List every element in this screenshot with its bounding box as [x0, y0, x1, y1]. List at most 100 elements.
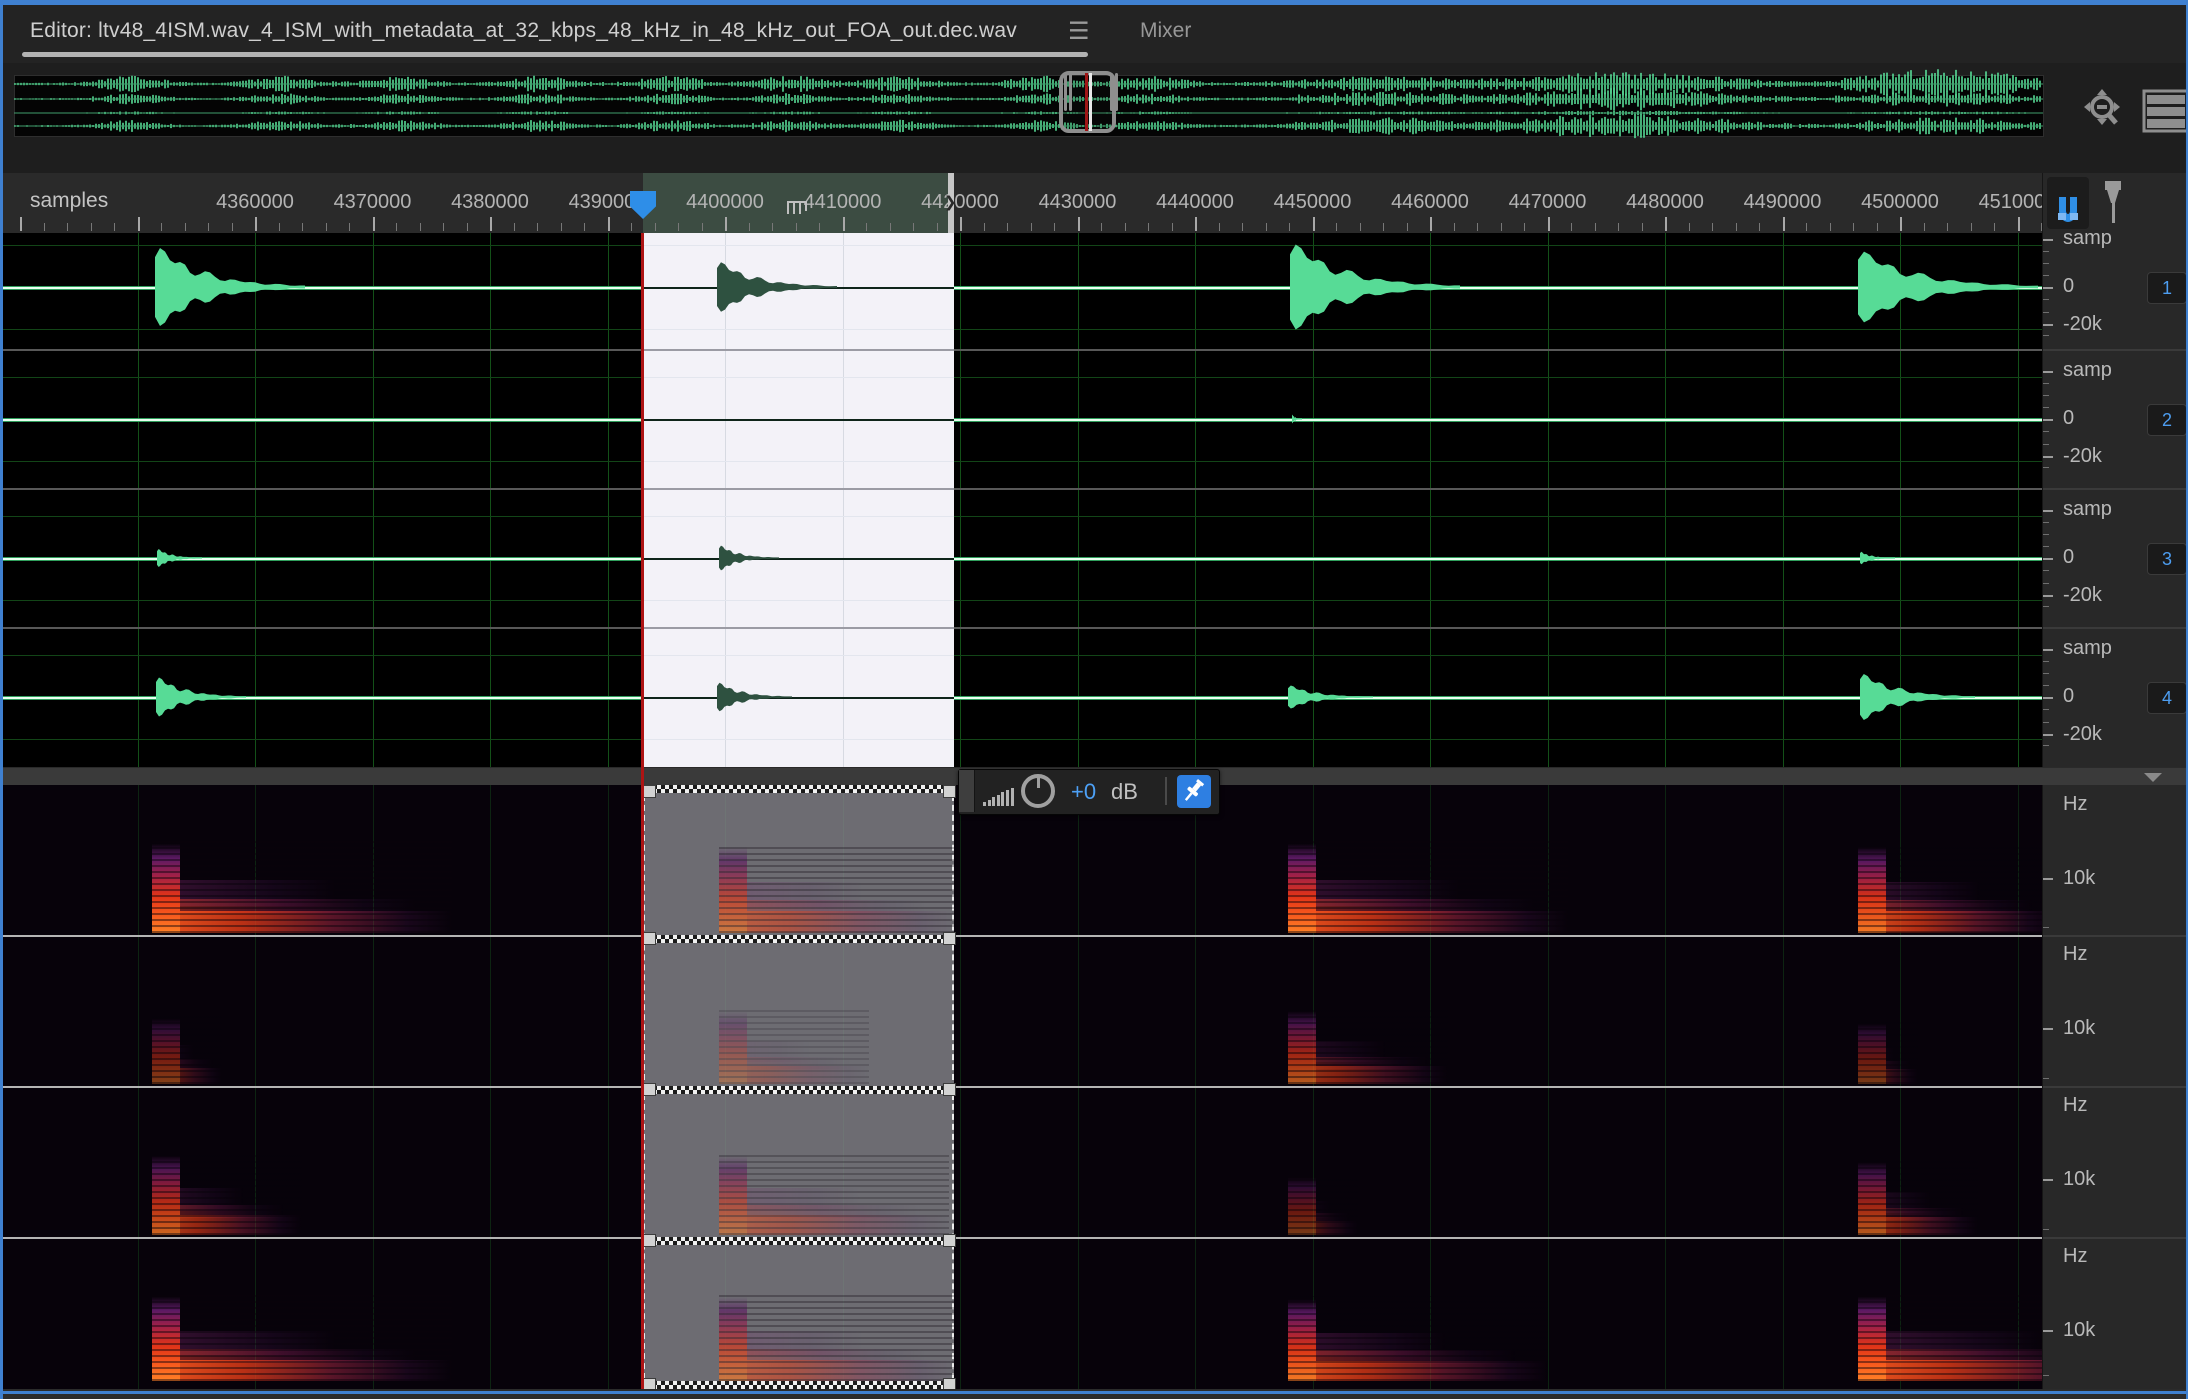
- scale-tick: [2043, 299, 2049, 300]
- ruler-tick: [819, 223, 820, 231]
- stacked-rows-icon[interactable]: [2142, 89, 2188, 133]
- ruler-tick: [514, 223, 515, 231]
- scale-tick: [2043, 456, 2053, 458]
- panel-divider: [2043, 1237, 2188, 1239]
- scale-label-top: samp: [2063, 227, 2112, 250]
- scale-tick: [2043, 395, 2049, 396]
- scale-label-10k: 10k: [2063, 1319, 2095, 1342]
- channel-badge[interactable]: 4: [2147, 682, 2187, 714]
- spectrogram-burst: [152, 1152, 302, 1235]
- level-bar: [1001, 792, 1004, 806]
- scale-label-10k: 10k: [2063, 867, 2095, 890]
- ruler-tick: [937, 223, 938, 231]
- scale-tick: [2043, 1229, 2049, 1230]
- overview-playhead[interactable]: [1085, 73, 1088, 131]
- selection-handle[interactable]: [643, 785, 656, 798]
- channel-badge[interactable]: 1: [2147, 272, 2187, 304]
- viewport-grip-right[interactable]: [1115, 73, 1118, 111]
- gain-hud[interactable]: +0 dB: [958, 769, 1220, 815]
- selection-ants-strip: [645, 1381, 952, 1389]
- selection-handle[interactable]: [943, 1234, 956, 1247]
- ruler-tick: [984, 223, 985, 231]
- ruler-tick: [1031, 223, 1032, 231]
- scale-tick: [2043, 522, 2049, 523]
- channel-badge[interactable]: 2: [2147, 404, 2187, 436]
- overview-waveform-strip[interactable]: [14, 75, 2044, 137]
- ruler-tick: [749, 223, 750, 231]
- ruler-tick: [702, 223, 703, 231]
- ruler-tick: [1407, 223, 1408, 231]
- selection-handle[interactable]: [943, 785, 956, 798]
- spectral-selection-marquee[interactable]: [643, 785, 954, 1389]
- scale-tick: [2043, 709, 2049, 710]
- spectrogram-burst: [1858, 843, 2042, 933]
- scale-tick: [2043, 570, 2049, 571]
- selection-handle[interactable]: [943, 1083, 956, 1096]
- selection-handle[interactable]: [943, 932, 956, 945]
- ruler-tick: [1571, 223, 1572, 231]
- ruler-tick: [1101, 223, 1102, 231]
- scale-tick: [2043, 239, 2053, 241]
- selection-handle[interactable]: [643, 1378, 656, 1389]
- ruler-tick: [467, 223, 468, 231]
- scale-tick: [2043, 685, 2049, 686]
- ruler-tick: [1360, 223, 1361, 231]
- tab-mixer[interactable]: Mixer: [1140, 19, 1191, 43]
- scale-tick: [2043, 467, 2049, 468]
- level-bar: [1011, 788, 1014, 806]
- scale-label-zero: 0: [2063, 546, 2074, 569]
- ruler-tick-label: 4480000: [1626, 191, 1704, 214]
- ruler-tick: [1054, 223, 1055, 231]
- gain-value[interactable]: +0: [1071, 779, 1096, 805]
- ruler-tick: [866, 223, 867, 231]
- snap-button[interactable]: [2047, 177, 2089, 229]
- ruler-tick: [1289, 223, 1290, 231]
- selection-handle[interactable]: [643, 1083, 656, 1096]
- viewport-grip-left[interactable]: [1069, 73, 1072, 111]
- panel-menu-icon[interactable]: ☰: [1068, 17, 1090, 46]
- selection-handle[interactable]: [643, 932, 656, 945]
- ruler-tick: [161, 223, 162, 231]
- hud-pin-button[interactable]: [1177, 775, 1211, 808]
- ruler-tick: [1900, 217, 1902, 231]
- waveform-display[interactable]: [0, 233, 2042, 767]
- ruler-tick: [1548, 217, 1550, 231]
- scale-tick: [2043, 312, 2049, 313]
- timeline-ruler[interactable]: samples 43600004370000438000043900004400…: [0, 173, 2042, 234]
- ruler-tick: [1853, 223, 1854, 231]
- collapse-arrow-icon[interactable]: [2144, 773, 2162, 782]
- selection-handle[interactable]: [943, 1378, 956, 1389]
- magnet-icon: [2047, 177, 2089, 229]
- waveform-burst: [717, 262, 837, 312]
- zoom-navigate-icon[interactable]: [2078, 85, 2130, 137]
- spectrogram-display[interactable]: [0, 785, 2042, 1389]
- scale-label-zero: 0: [2063, 407, 2074, 430]
- viewport-grip-left[interactable]: [1064, 73, 1067, 111]
- panel-tab-bar: Editor: ltv48_4ISM.wav_4_ISM_with_metada…: [0, 5, 2188, 63]
- pushpin-icon: [1177, 775, 1211, 808]
- hud-drag-handle[interactable]: [959, 770, 975, 812]
- ruler-unit-label: samples: [30, 189, 108, 213]
- ruler-tick: [843, 217, 845, 231]
- tab-editor[interactable]: Editor: ltv48_4ISM.wav_4_ISM_with_metada…: [30, 19, 1017, 43]
- t-pin-icon[interactable]: [2099, 179, 2129, 229]
- scale-label-low: -20k: [2063, 313, 2102, 336]
- ruler-tick: [913, 223, 914, 231]
- scale-label-top: samp: [2063, 498, 2112, 521]
- ruler-tick: [1924, 223, 1925, 231]
- scale-tick: [2043, 606, 2049, 607]
- waveform-selection[interactable]: [643, 233, 954, 767]
- ruler-tick: [725, 217, 727, 231]
- scale-tick: [2043, 673, 2049, 674]
- scale-tick: [2043, 324, 2053, 326]
- frequency-scale-panel: Hz10kHz10kHz10kHz10k: [2042, 785, 2188, 1389]
- spectrogram-burst: [719, 843, 954, 933]
- selection-handle[interactable]: [643, 1234, 656, 1247]
- spectrogram-divider: [0, 1237, 2042, 1239]
- overview-navigator: [0, 63, 2188, 173]
- viewport-grip-right[interactable]: [1110, 73, 1113, 111]
- ruler-tick: [1242, 223, 1243, 231]
- panel-divider: [2043, 935, 2188, 937]
- current-time-indicator[interactable]: [641, 233, 644, 1389]
- channel-badge[interactable]: 3: [2147, 543, 2187, 575]
